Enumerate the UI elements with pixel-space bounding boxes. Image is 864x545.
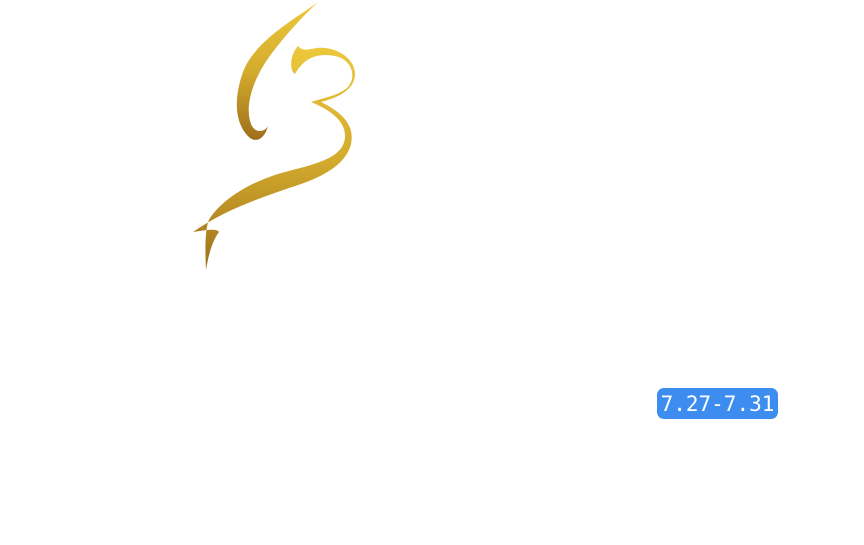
gold-calligraphy-logo-icon	[185, 0, 365, 280]
date-range-badge: 7.27-7.31	[657, 388, 778, 419]
